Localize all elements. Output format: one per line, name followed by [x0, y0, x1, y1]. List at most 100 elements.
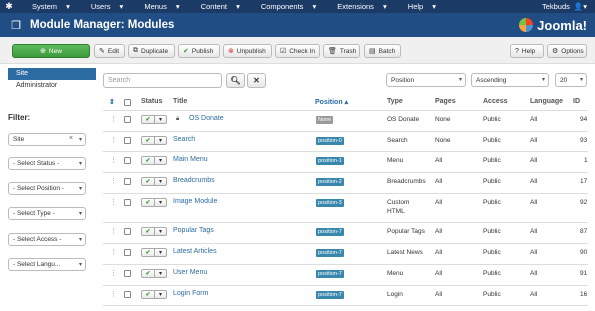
row-checkbox[interactable]	[124, 270, 131, 277]
menu-extensions[interactable]: Extensions ▾	[323, 2, 394, 11]
col-title[interactable]: Title	[173, 98, 187, 105]
menu-users[interactable]: Users ▾	[77, 2, 130, 11]
module-title-link[interactable]: Main Menu	[173, 156, 208, 163]
menu-system[interactable]: System ▾	[18, 2, 77, 11]
module-type: OS Donate	[387, 116, 420, 123]
chevron-down-icon[interactable]: ▾	[155, 291, 166, 298]
row-checkbox[interactable]	[124, 199, 131, 206]
drag-handle-icon[interactable]: ⋮	[110, 290, 117, 298]
module-language: All	[530, 270, 538, 277]
chevron-down-icon[interactable]: ▾	[155, 157, 166, 164]
module-pages: All	[435, 291, 443, 298]
sort-ordering-icon[interactable]: ⇕	[109, 98, 115, 106]
drag-handle-icon[interactable]: ⋮	[110, 115, 117, 123]
col-id[interactable]: ID	[573, 98, 580, 105]
drag-handle-icon[interactable]: ⋮	[110, 156, 117, 164]
new-button[interactable]: ⊕ New	[12, 44, 90, 58]
status-toggle[interactable]: ✔ ▾	[141, 269, 167, 278]
col-status[interactable]: Status	[141, 98, 162, 105]
chevron-down-icon[interactable]: ▾	[155, 199, 166, 206]
drag-handle-icon[interactable]: ⋮	[110, 198, 117, 206]
lock-icon[interactable]: 🔒︎	[176, 116, 179, 123]
drag-handle-icon[interactable]: ⋮	[110, 269, 117, 277]
module-title-link[interactable]: Breadcrumbs	[173, 177, 215, 184]
search-button[interactable]: 🔍︎	[226, 73, 245, 88]
module-title-link[interactable]: Image Module	[173, 198, 217, 205]
user-menu[interactable]: Tekbuds 👤▾	[542, 2, 595, 11]
col-type[interactable]: Type	[387, 98, 403, 105]
module-title-link[interactable]: Popular Tags	[173, 227, 214, 234]
clear-search-button[interactable]: ✕	[247, 73, 266, 88]
module-type: Menu	[387, 270, 404, 277]
sidebar-item-administrator[interactable]: Administrator	[8, 80, 96, 92]
module-pages: All	[435, 270, 443, 277]
menu-help[interactable]: Help ▾	[394, 2, 443, 11]
chevron-down-icon[interactable]: ▾	[155, 270, 166, 277]
drag-handle-icon[interactable]: ⋮	[110, 177, 117, 185]
status-toggle[interactable]: ✔ ▾	[141, 248, 167, 257]
row-checkbox[interactable]	[124, 228, 131, 235]
batch-button[interactable]: ▤ Batch	[364, 44, 401, 58]
module-title-link[interactable]: Login Form	[173, 290, 208, 297]
chevron-down-icon[interactable]: ▾	[155, 228, 166, 235]
module-language: All	[530, 116, 538, 123]
drag-handle-icon[interactable]: ⋮	[110, 227, 117, 235]
status-filter[interactable]: - Select Status - ▾	[8, 157, 86, 170]
ordering-select[interactable]: Position ▾	[386, 73, 466, 87]
chevron-down-icon[interactable]: ▾	[155, 137, 166, 144]
menu-content[interactable]: Content ▾	[187, 2, 247, 11]
direction-select[interactable]: Ascending ▾	[471, 73, 549, 87]
checkin-button[interactable]: ☑ Check In	[275, 44, 320, 58]
joomla-icon[interactable]: ✱	[0, 0, 18, 13]
row-checkbox[interactable]	[124, 249, 131, 256]
unpublish-button[interactable]: ⊗ Unpublish	[223, 44, 272, 58]
row-checkbox[interactable]	[124, 291, 131, 298]
row-divider	[103, 151, 588, 152]
type-filter[interactable]: - Select Type - ▾	[8, 207, 86, 220]
help-button[interactable]: ? Help	[510, 44, 544, 58]
module-title-link[interactable]: User Menu	[173, 269, 207, 276]
edit-button[interactable]: ✎ Edit	[94, 44, 125, 58]
chevron-down-icon[interactable]: ▾	[155, 178, 166, 185]
status-toggle[interactable]: ✔ ▾	[141, 290, 167, 299]
status-toggle[interactable]: ✔ ▾	[141, 115, 167, 124]
module-title-link[interactable]: Latest Articles	[173, 248, 217, 255]
options-button[interactable]: ⚙ Options	[547, 44, 587, 58]
limit-select[interactable]: 20 ▾	[555, 73, 587, 87]
module-title-link[interactable]: OS Donate	[189, 115, 224, 122]
chevron-down-icon[interactable]: ▾	[155, 249, 166, 256]
position-filter[interactable]: - Select Position - ▾	[8, 182, 86, 195]
clear-icon[interactable]: ×	[69, 135, 73, 142]
row-checkbox[interactable]	[124, 178, 131, 185]
drag-handle-icon[interactable]: ⋮	[110, 136, 117, 144]
drag-handle-icon[interactable]: ⋮	[110, 248, 117, 256]
module-pages: None	[435, 116, 451, 123]
module-id: 93	[580, 137, 588, 144]
menu-menus[interactable]: Menus ▾	[130, 2, 186, 11]
status-toggle[interactable]: ✔ ▾	[141, 227, 167, 236]
module-title-link[interactable]: Search	[173, 136, 195, 143]
module-access: Public	[483, 178, 501, 185]
duplicate-button[interactable]: ⧉ Duplicate	[128, 44, 175, 58]
access-filter[interactable]: - Select Access - ▾	[8, 233, 86, 246]
sidebar-item-site[interactable]: Site	[8, 68, 96, 80]
chevron-down-icon[interactable]: ▾	[155, 116, 166, 123]
col-language[interactable]: Language	[530, 98, 563, 105]
row-checkbox[interactable]	[124, 157, 131, 164]
trash-button[interactable]: 🗑 Trash	[323, 44, 360, 58]
col-access[interactable]: Access	[483, 98, 508, 105]
status-toggle[interactable]: ✔ ▾	[141, 198, 167, 207]
publish-button[interactable]: ✔ Publish	[178, 44, 220, 58]
check-all-checkbox[interactable]	[124, 99, 131, 106]
language-filter[interactable]: - Select Langu... ▾	[8, 258, 86, 271]
col-pages[interactable]: Pages	[435, 98, 456, 105]
client-filter[interactable]: Site × ▾	[8, 133, 86, 146]
status-toggle[interactable]: ✔ ▾	[141, 156, 167, 165]
search-input[interactable]: Search	[103, 73, 222, 88]
status-toggle[interactable]: ✔ ▾	[141, 177, 167, 186]
row-checkbox[interactable]	[124, 116, 131, 123]
menu-components[interactable]: Components ▾	[247, 2, 323, 11]
status-toggle[interactable]: ✔ ▾	[141, 136, 167, 145]
row-checkbox[interactable]	[124, 137, 131, 144]
col-position[interactable]: Position ▴	[315, 98, 348, 106]
